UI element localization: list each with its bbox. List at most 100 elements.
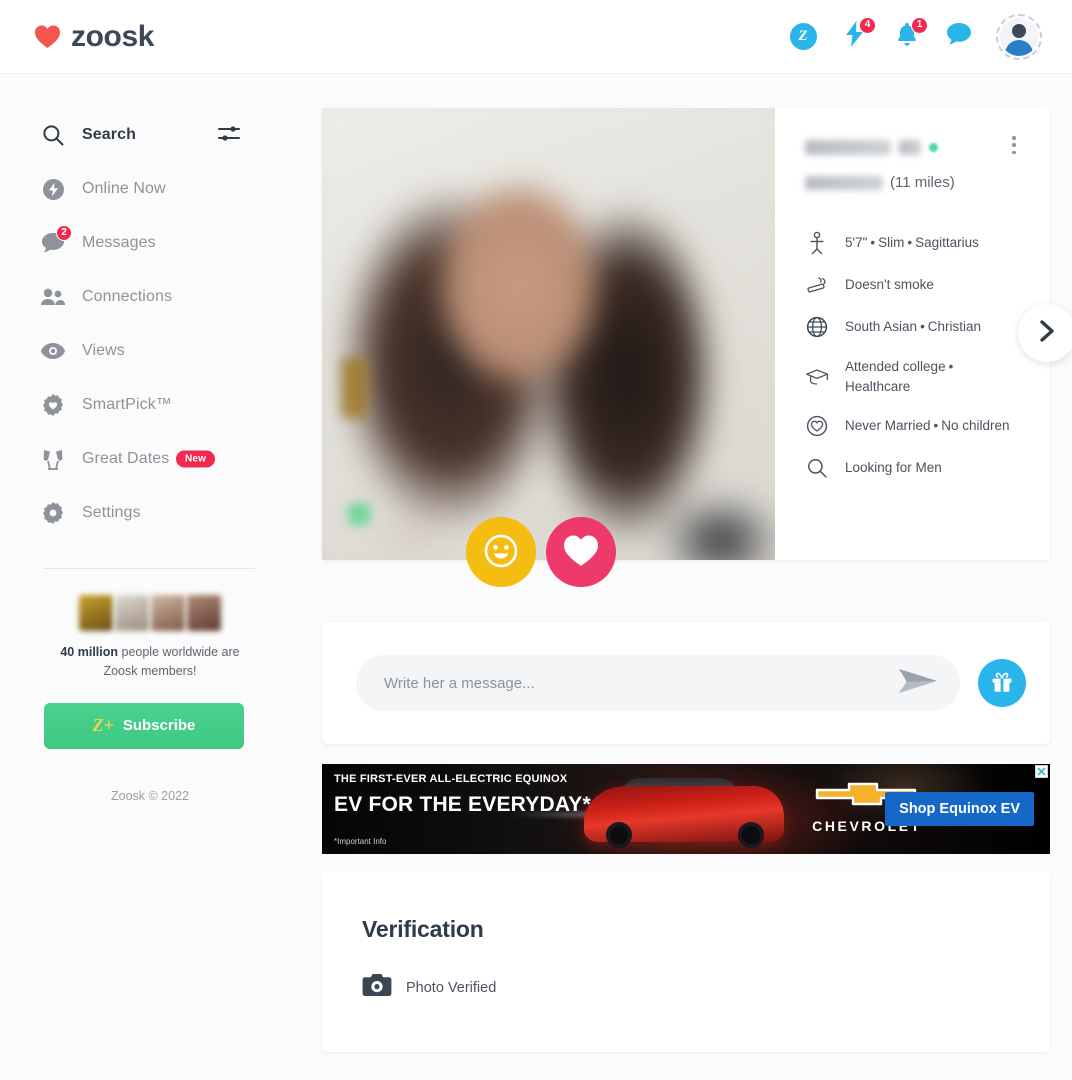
globe-icon — [805, 315, 829, 339]
heart-icon — [34, 24, 61, 49]
profile-age-redacted — [899, 139, 921, 155]
send-gift-button[interactable] — [978, 659, 1026, 707]
heart-circle-icon — [805, 414, 829, 438]
detail-part: South Asian — [845, 319, 918, 335]
ad-fineprint: *Important Info — [334, 837, 387, 846]
sidebar-item-label: Views — [82, 342, 125, 359]
verification-item: Photo Verified — [362, 973, 1010, 1002]
chat-bubble-icon — [946, 22, 972, 51]
sidebar-item-great-dates[interactable]: Great Dates New — [0, 432, 300, 486]
cheers-icon — [40, 446, 66, 472]
kebab-menu-icon[interactable] — [1004, 134, 1024, 156]
detail-row-ethnicity-religion: South Asian • Christian — [805, 315, 1020, 339]
z-plus-icon: Z+ — [92, 715, 114, 735]
send-arrow-icon[interactable] — [896, 666, 940, 701]
photo-artifact — [342, 358, 368, 418]
sidebar-item-messages[interactable]: 2 Messages — [0, 216, 300, 270]
z-coin-icon: Z — [789, 23, 817, 50]
subscribe-label: Subscribe — [122, 717, 196, 734]
gear-icon — [40, 500, 66, 526]
page-body: Search Online Now 2 Messages Connections… — [0, 74, 1072, 1080]
left-sidebar: Search Online Now 2 Messages Connections… — [0, 74, 300, 1080]
boost-badge: 4 — [859, 16, 876, 34]
next-profile-button[interactable] — [1018, 304, 1072, 362]
promo-rest: people worldwide are Zoosk members! — [103, 645, 240, 678]
detail-row-smoking: Doesn't smoke — [805, 273, 1020, 297]
detail-text: Never Married • No children — [845, 418, 1010, 434]
like-button[interactable] — [546, 517, 616, 587]
detail-row-family: Never Married • No children — [805, 414, 1020, 438]
detail-text: 5'7" • Slim • Sagittarius — [845, 235, 979, 251]
copyright-text: Zoosk © 2022 — [110, 788, 189, 803]
sidebar-item-views[interactable]: Views — [0, 324, 300, 378]
promo-bold: 40 million — [60, 645, 119, 659]
photo-artifact — [348, 503, 370, 525]
detail-text: Attended college • Healthcare — [845, 359, 954, 394]
user-avatar[interactable] — [996, 13, 1042, 60]
profile-location-row: (11 miles) — [805, 174, 1020, 191]
chevron-right-icon — [1036, 318, 1058, 349]
sidebar-item-label: Settings — [82, 504, 141, 521]
detail-part: No children — [941, 418, 1010, 434]
subscribe-button[interactable]: Z+ Subscribe — [44, 702, 244, 749]
sidebar-item-label: Online Now — [82, 180, 166, 197]
sidebar-item-label: Great Dates — [82, 450, 170, 467]
sidebar-item-online-now[interactable]: Online Now — [0, 162, 300, 216]
sidebar-item-settings[interactable]: Settings — [0, 486, 300, 540]
close-x-icon[interactable] — [1035, 765, 1048, 778]
message-composer — [322, 622, 1050, 744]
no-smoking-icon — [805, 273, 829, 297]
graduation-cap-icon — [805, 365, 829, 389]
profile-photo[interactable] — [322, 108, 775, 560]
ad-headline: EV FOR THE EVERYDAY* — [334, 793, 591, 816]
chat-bubble-icon: 2 — [40, 225, 72, 256]
people-icon — [40, 284, 66, 310]
height-person-icon — [805, 231, 829, 255]
sidebar-item-smartpick[interactable]: SmartPick™ — [0, 378, 300, 432]
sidebar-item-search[interactable]: Search — [0, 108, 300, 162]
detail-text: South Asian • Christian — [845, 319, 982, 335]
sidebar-item-label: Connections — [82, 288, 173, 305]
sidebar-item-label: Search — [82, 126, 136, 143]
sliders-filter-icon[interactable] — [218, 124, 240, 146]
sidebar-item-label: SmartPick™ — [82, 396, 172, 413]
profile-card: (11 miles) 5'7" • Slim • Sagittarius Doe… — [322, 108, 1072, 587]
sidebar-item-connections[interactable]: Connections — [0, 270, 300, 324]
search-icon — [805, 456, 829, 480]
zoosk-logo[interactable]: zoosk — [34, 20, 154, 54]
user-avatar-icon — [1000, 17, 1038, 56]
detail-text: Doesn't smoke — [845, 277, 934, 293]
detail-part: Slim — [878, 235, 905, 251]
main-content: (11 miles) 5'7" • Slim • Sagittarius Doe… — [300, 74, 1072, 1080]
search-icon — [40, 122, 66, 148]
ad-car-wheel — [738, 822, 764, 848]
header-actions: Z 4 1 — [788, 13, 1042, 60]
detail-part: 5'7" — [845, 235, 868, 251]
profile-name-redacted — [805, 139, 891, 155]
zoosk-coins-button[interactable]: Z — [788, 22, 818, 52]
messages-badge: 2 — [56, 225, 72, 241]
smiley-face-icon — [484, 534, 518, 571]
notifications-button[interactable]: 1 — [892, 16, 928, 52]
brand-wordmark: zoosk — [71, 19, 155, 53]
message-input-wrapper[interactable] — [356, 655, 960, 711]
verification-card: Verification Photo Verified — [322, 872, 1050, 1052]
profile-distance: (11 miles) — [890, 174, 955, 191]
eye-icon — [40, 338, 66, 364]
messages-button[interactable] — [944, 22, 974, 52]
top-header-bar: zoosk Z 4 1 — [0, 0, 1072, 74]
gear-heart-icon — [40, 392, 66, 418]
boost-button[interactable]: 4 — [840, 16, 876, 52]
profile-actions — [466, 517, 616, 587]
verification-label: Photo Verified — [406, 979, 497, 996]
message-input[interactable] — [384, 674, 886, 692]
profile-info: (11 miles) 5'7" • Slim • Sagittarius Doe… — [775, 108, 1050, 560]
ad-car-wheel — [606, 822, 632, 848]
sidebar-item-label: Messages — [82, 234, 156, 251]
smile-button[interactable] — [466, 517, 536, 587]
subscribe-promo: 40 million people worldwide are Zoosk me… — [0, 569, 300, 803]
profile-name-row — [805, 136, 1020, 158]
shop-equinox-button[interactable]: Shop Equinox EV — [885, 792, 1034, 826]
advertisement-banner[interactable]: THE FIRST-EVER ALL-ELECTRIC EQUINOX EV F… — [322, 764, 1050, 854]
detail-text: Looking for Men — [845, 460, 942, 476]
